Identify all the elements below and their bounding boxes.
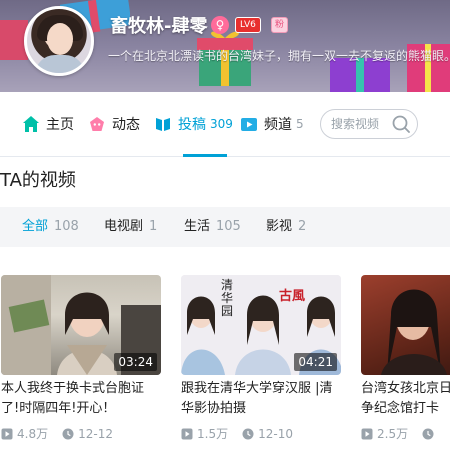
- profile-banner: 畜牧林-肆零 ♀ LV6 粉 一个在北京北漂读书的台湾妹子，拥有一双一去不复返的…: [0, 0, 450, 92]
- filter-count: 108: [54, 219, 79, 234]
- filter-label: 生活: [184, 219, 211, 234]
- category-filter-bar: 全部 108 电视剧 1 生活 105 影视 2: [0, 207, 450, 247]
- nav-item-label: 动态: [112, 117, 140, 133]
- filter-label: 电视剧: [104, 219, 144, 234]
- user-signature: 一个在北京北漂读书的台湾妹子，拥有一双一去不复返的熊猫眼。: [108, 49, 450, 63]
- video-title[interactable]: 跟我在清华大学穿汉服 |清华影协拍摄: [181, 379, 341, 419]
- username: 畜牧林-肆零: [110, 16, 208, 37]
- nav-item-home[interactable]: 主页: [22, 92, 74, 156]
- nav-item-channels[interactable]: 频道 5: [240, 92, 304, 156]
- video-meta: 4.8万 12-12: [1, 425, 163, 442]
- play-count-icon: [181, 428, 193, 439]
- video-thumbnail[interactable]: 清华园 古風 04:21: [181, 275, 341, 375]
- section-title: TA的视频: [0, 170, 76, 191]
- view-count: 2.5万: [377, 427, 409, 441]
- nav-item-activity[interactable]: 动态: [88, 92, 140, 156]
- video-thumbnail[interactable]: [361, 275, 450, 375]
- video-card[interactable]: 清华园 古風 04:21 跟我在清华大学穿汉服 |清华影协拍摄 1.5万 12-…: [181, 275, 343, 442]
- active-tab-indicator: [183, 154, 227, 157]
- filter-film[interactable]: 影视 2: [266, 207, 306, 247]
- filter-life[interactable]: 生活 105: [184, 207, 241, 247]
- thumbnail-caption-right: 古風: [279, 289, 306, 304]
- clock-icon: [422, 428, 434, 439]
- home-icon: [23, 116, 39, 132]
- play-count-icon: [1, 428, 13, 439]
- fan-badge: 粉: [271, 17, 289, 33]
- filter-label: 影视: [266, 219, 293, 234]
- video-thumbnail[interactable]: 03:24: [1, 275, 161, 375]
- filter-label: 全部: [22, 219, 49, 234]
- nav-item-uploads[interactable]: 投稿 309: [154, 92, 233, 156]
- search-icon[interactable]: [391, 114, 411, 134]
- activity-icon: [90, 117, 104, 131]
- female-icon: ♀: [211, 16, 229, 34]
- avatar[interactable]: [24, 6, 94, 76]
- nav-item-count: 5: [296, 117, 304, 131]
- filter-count: 105: [216, 219, 241, 234]
- thumbnail-caption-left: 清华园: [221, 278, 234, 318]
- video-card[interactable]: 03:24 本人我终于换卡式台胞证了!时隔四年!开心！ 4.8万 12-12: [1, 275, 163, 442]
- filter-all[interactable]: 全部 108: [22, 207, 79, 247]
- channel-icon: [241, 118, 257, 131]
- filter-count: 2: [298, 219, 307, 234]
- thumbnail-image: [381, 289, 447, 375]
- nav-item-label: 投稿: [178, 117, 206, 133]
- nav-item-label: 主页: [46, 117, 74, 133]
- video-search-input[interactable]: [331, 110, 389, 138]
- upload-date: 12-12: [78, 426, 113, 441]
- upload-date: 12-10: [258, 426, 293, 441]
- video-search-box[interactable]: [320, 109, 418, 139]
- video-duration: 04:21: [294, 353, 337, 371]
- view-count: 4.8万: [17, 427, 49, 441]
- video-card[interactable]: 台湾女孩北京日记 抗日战争纪念馆打卡 2.5万: [361, 275, 450, 442]
- video-duration: 03:24: [114, 353, 157, 371]
- space-page: 畜牧林-肆零 ♀ LV6 粉 一个在北京北漂读书的台湾妹子，拥有一双一去不复返的…: [0, 0, 450, 450]
- nav-item-count: 309: [210, 117, 233, 131]
- clock-icon: [242, 428, 254, 439]
- level-badge: LV6: [235, 17, 261, 33]
- video-meta: 1.5万 12-10: [181, 425, 343, 442]
- play-count-icon: [361, 428, 373, 439]
- video-title[interactable]: 台湾女孩北京日记 抗日战争纪念馆打卡: [361, 379, 450, 419]
- filter-tv-series[interactable]: 电视剧 1: [104, 207, 157, 247]
- nav-item-label: 频道: [264, 117, 292, 133]
- video-meta: 2.5万: [361, 425, 450, 442]
- upload-icon: [156, 118, 170, 131]
- view-count: 1.5万: [197, 427, 229, 441]
- clock-icon: [62, 428, 74, 439]
- filter-count: 1: [149, 219, 158, 234]
- video-title[interactable]: 本人我终于换卡式台胞证了!时隔四年!开心！: [1, 379, 161, 419]
